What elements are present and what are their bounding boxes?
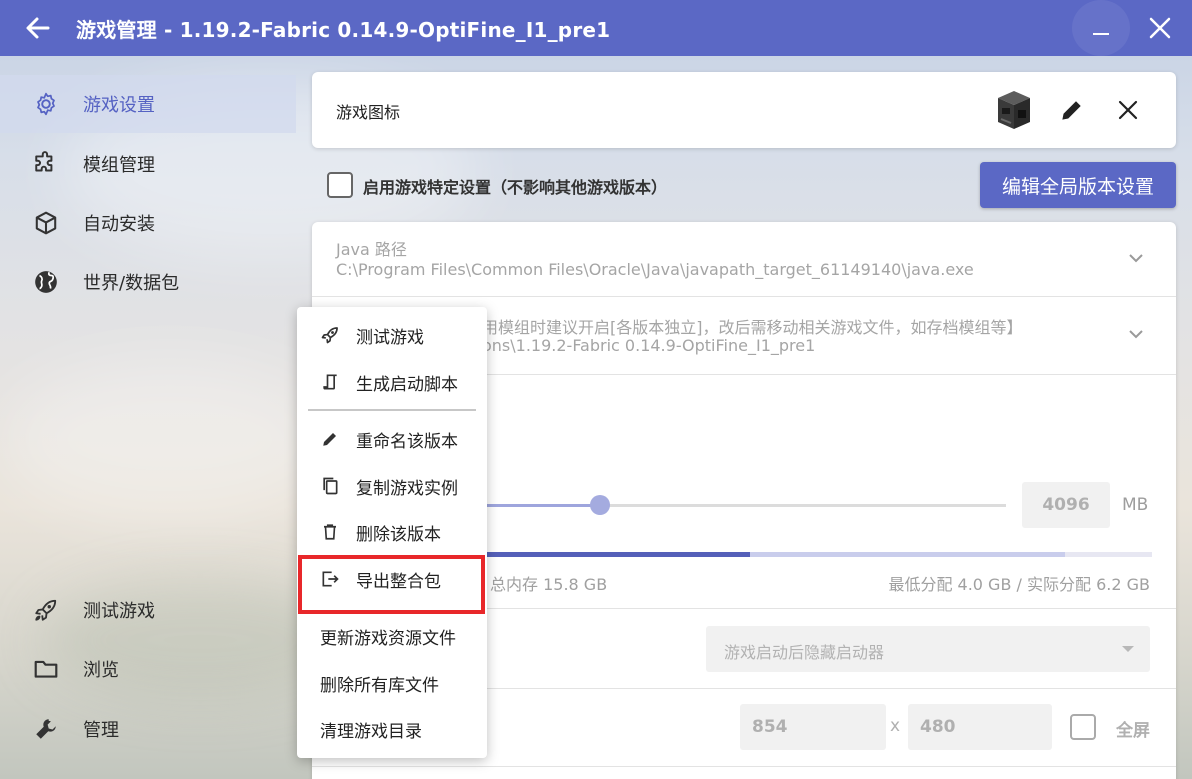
window-title: 游戏管理 - 1.19.2-Fabric 0.14.9-OptiFine_I1_… [76,18,611,42]
specific-settings-checkbox[interactable] [327,172,353,198]
rocket-icon [319,324,341,346]
game-icon-label: 游戏图标 [336,103,401,122]
memory-unit: MB [1122,495,1149,515]
copy-icon [319,475,341,497]
context-menu: 测试游戏 生成启动脚本 重命名该版本 复制游戏实例 删除该版本 导出整合包 更新… [297,307,487,758]
sidebar-item-test-game[interactable]: 测试游戏 [0,581,296,639]
menu-item-label: 重命名该版本 [356,431,458,452]
launcher-visibility-select[interactable]: 游戏启动后隐藏启动器 [706,626,1150,672]
menu-item-test-game[interactable]: 测试游戏 [297,312,487,358]
script-icon [319,371,341,393]
sidebar: 游戏设置 模组管理 自动安装 世界/数据包 测试游戏 浏览 管理 [0,56,300,779]
gear-icon [32,90,60,118]
menu-item-clean-directory[interactable]: 清理游戏目录 [297,706,487,752]
java-path-row[interactable]: Java 路径 C:\Program Files\Common Files\Or… [312,222,1176,296]
remove-icon-button[interactable] [1112,94,1144,126]
sidebar-item-label: 世界/数据包 [83,273,180,294]
chevron-down-icon [1129,330,1143,339]
pencil-icon [319,428,341,450]
puzzle-icon [32,150,60,178]
minimize-icon [1093,33,1109,35]
minimize-button[interactable] [1072,0,1130,56]
menu-item-delete-libraries[interactable]: 删除所有库文件 [297,660,487,706]
total-memory-text: 总内存 15.8 GB [490,575,608,594]
allocated-memory-text: 最低分配 4.0 GB / 实际分配 6.2 GB [888,575,1150,594]
title-bar: 游戏管理 - 1.19.2-Fabric 0.14.9-OptiFine_I1_… [0,0,1192,56]
resolution-separator: x [890,716,901,736]
memory-used-fill [482,552,750,557]
specific-settings-label: 启用游戏特定设置（不影响其他游戏版本） [363,178,668,197]
sidebar-item-worlds[interactable]: 世界/数据包 [0,253,296,311]
menu-item-rename[interactable]: 重命名该版本 [297,416,487,462]
close-icon [1118,100,1138,120]
wrench-icon [32,715,60,743]
menu-item-label: 复制游戏实例 [356,478,458,499]
sidebar-item-manage[interactable]: 管理 [0,700,296,758]
chevron-down-icon [1129,254,1143,263]
folder-icon [32,655,60,683]
fullscreen-label: 全屏 [1116,721,1150,741]
memory-slider-thumb[interactable] [590,495,610,515]
sidebar-item-browse[interactable]: 浏览 [0,640,296,698]
fullscreen-checkbox[interactable] [1070,714,1096,740]
rocket-icon [32,596,60,624]
trash-icon [319,521,341,543]
menu-item-label: 生成启动脚本 [356,374,458,395]
sidebar-item-label: 管理 [83,720,119,741]
divider [312,766,1176,767]
arrow-left-icon [26,17,50,39]
menu-item-update-assets[interactable]: 更新游戏资源文件 [297,613,487,659]
resolution-height-input[interactable]: 480 [908,704,1052,750]
sidebar-item-label: 测试游戏 [83,601,155,622]
edit-global-settings-button[interactable]: 编辑全局版本设置 [980,162,1176,208]
pencil-icon [1062,101,1081,120]
back-button[interactable] [22,12,54,44]
sidebar-item-mods[interactable]: 模组管理 [0,135,296,193]
game-icon-card: 游戏图标 [312,72,1176,148]
game-dir-hint: 用模组时建议开启[各版本独立]，改后需移动相关游戏文件，如存档模组等】 [482,318,1023,337]
cube-icon [32,209,60,237]
menu-separator [308,409,476,411]
globe-icon [32,268,60,296]
memory-slider-fill [482,504,600,507]
sidebar-item-label: 游戏设置 [83,95,155,116]
memory-allocated-fill [750,552,1065,557]
sidebar-item-label: 模组管理 [83,155,155,176]
close-icon [1149,17,1171,39]
sidebar-item-label: 自动安装 [83,214,155,235]
edit-icon-button[interactable] [1056,94,1088,126]
furnace-block-icon [992,88,1036,132]
game-dir-path: ons\1.19.2-Fabric 0.14.9-OptiFine_I1_pre… [482,336,816,355]
menu-item-label: 清理游戏目录 [320,721,422,742]
java-path-value: C:\Program Files\Common Files\Oracle\Jav… [336,260,974,279]
resolution-width-input[interactable]: 854 [740,704,886,750]
dropdown-arrow-icon [1122,646,1134,652]
close-window-button[interactable] [1140,8,1180,48]
java-path-title: Java 路径 [336,240,407,259]
menu-item-label: 删除该版本 [356,524,441,545]
sidebar-item-auto-install[interactable]: 自动安装 [0,194,296,252]
menu-item-label: 测试游戏 [356,327,424,348]
launcher-visibility-value: 游戏启动后隐藏启动器 [724,643,885,662]
menu-item-label: 删除所有库文件 [320,675,439,696]
sidebar-item-label: 浏览 [83,660,119,681]
menu-item-label: 更新游戏资源文件 [320,628,456,649]
sidebar-item-game-settings[interactable]: 游戏设置 [0,75,296,133]
menu-item-copy-instance[interactable]: 复制游戏实例 [297,463,487,509]
memory-input[interactable]: 4096 [1022,482,1110,528]
menu-item-delete-version[interactable]: 删除该版本 [297,509,487,555]
menu-item-generate-script[interactable]: 生成启动脚本 [297,359,487,405]
export-highlight-box [298,555,485,614]
